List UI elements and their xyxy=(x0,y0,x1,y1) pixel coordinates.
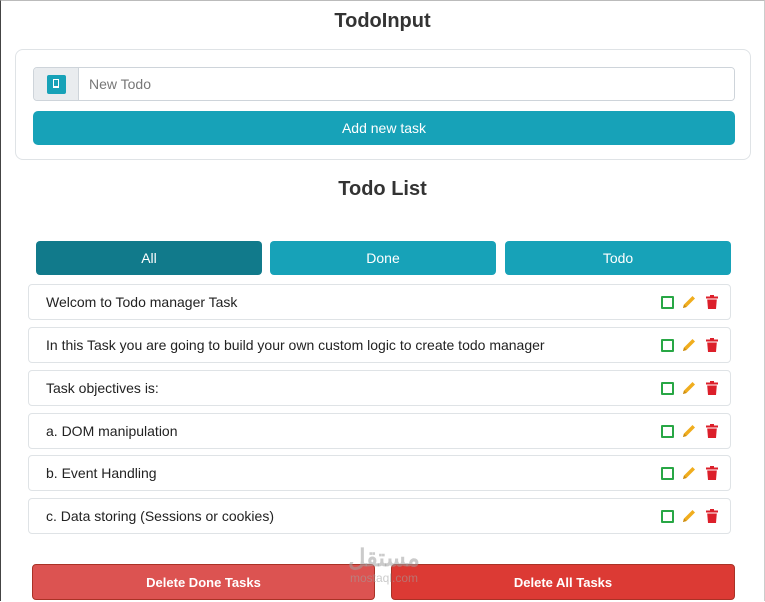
pencil-icon[interactable] xyxy=(681,294,697,310)
checkbox-icon[interactable] xyxy=(661,424,674,438)
trash-icon[interactable] xyxy=(704,294,720,310)
todo-item-actions xyxy=(661,499,720,533)
trash-icon[interactable] xyxy=(704,423,720,439)
todo-item-text: Welcom to Todo manager Task xyxy=(46,294,238,310)
pencil-icon[interactable] xyxy=(681,337,697,353)
filter-todo-button[interactable]: Todo xyxy=(505,241,731,275)
todo-item: a. DOM manipulation xyxy=(28,413,731,449)
new-todo-input-group xyxy=(33,67,735,101)
todo-item-text: Task objectives is: xyxy=(46,380,159,396)
todo-list-title: Todo List xyxy=(338,178,427,200)
trash-icon[interactable] xyxy=(704,508,720,524)
trash-icon[interactable] xyxy=(704,337,720,353)
todo-input-card: Add new task xyxy=(15,49,751,160)
todo-item-actions xyxy=(661,285,720,319)
checkbox-icon[interactable] xyxy=(661,381,674,395)
pencil-icon[interactable] xyxy=(681,465,697,481)
todo-item: Task objectives is: xyxy=(28,370,731,406)
pencil-icon[interactable] xyxy=(681,380,697,396)
todo-item: In this Task you are going to build your… xyxy=(28,327,731,363)
todo-item-actions xyxy=(661,456,720,490)
todo-item-text: a. DOM manipulation xyxy=(46,423,178,439)
new-todo-input[interactable] xyxy=(79,68,734,100)
trash-icon[interactable] xyxy=(704,465,720,481)
delete-done-tasks-button[interactable]: Delete Done Tasks xyxy=(32,564,375,600)
add-new-task-button[interactable]: Add new task xyxy=(33,111,735,145)
filter-done-button[interactable]: Done xyxy=(270,241,496,275)
todo-item-actions xyxy=(661,414,720,448)
todo-item-actions xyxy=(661,328,720,362)
todo-item-text: c. Data storing (Sessions or cookies) xyxy=(46,508,274,524)
book-icon xyxy=(46,74,66,94)
todo-item-actions xyxy=(661,371,720,405)
todo-input-title: TodoInput xyxy=(334,10,431,32)
checkbox-icon[interactable] xyxy=(661,509,674,523)
todo-item: c. Data storing (Sessions or cookies) xyxy=(28,498,731,534)
delete-all-tasks-button[interactable]: Delete All Tasks xyxy=(391,564,735,600)
checkbox-icon[interactable] xyxy=(661,295,674,309)
todo-item: b. Event Handling xyxy=(28,455,731,491)
filter-all-button[interactable]: All xyxy=(36,241,262,275)
todo-item: Welcom to Todo manager Task xyxy=(28,284,731,320)
pencil-icon[interactable] xyxy=(681,423,697,439)
pencil-icon[interactable] xyxy=(681,508,697,524)
trash-icon[interactable] xyxy=(704,380,720,396)
checkbox-icon[interactable] xyxy=(661,466,674,480)
todo-item-text: b. Event Handling xyxy=(46,465,157,481)
todo-item-text: In this Task you are going to build your… xyxy=(46,337,545,353)
checkbox-icon[interactable] xyxy=(661,338,674,352)
input-icon-box xyxy=(34,68,79,100)
